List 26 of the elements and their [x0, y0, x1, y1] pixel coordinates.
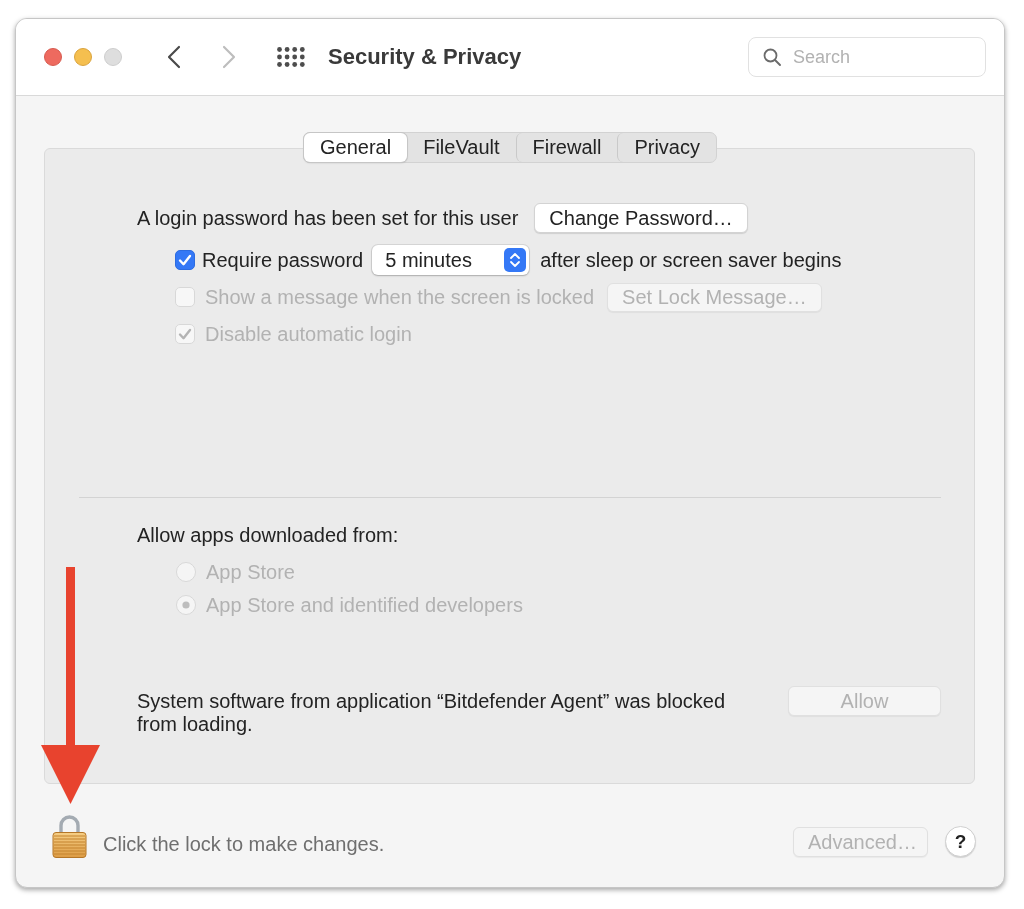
password-notice: A login password has been set for this user — [137, 207, 519, 229]
grid-icon[interactable] — [277, 47, 305, 67]
checkbox-label: Require password — [202, 249, 364, 271]
radio-label: App Store — [206, 561, 295, 583]
padlock-icon[interactable] — [52, 815, 87, 858]
checkbox-label: Disable automatic login — [205, 323, 412, 345]
lock-hint-text: Click the lock to make changes. — [103, 833, 385, 855]
radio-label: App Store and identified developers — [206, 594, 523, 616]
tab[interactable]: Firewall — [515, 133, 618, 162]
change-password-button[interactable]: Change Password… — [534, 203, 748, 233]
close-button[interactable] — [44, 48, 62, 66]
blocked-software-notice: System software from application “Bitdefender Agent” was blocked from loading. — [137, 690, 727, 736]
checkbox[interactable] — [175, 250, 195, 270]
search-field[interactable]: Search — [748, 37, 986, 77]
help-button[interactable]: ? — [945, 826, 976, 857]
option-suffix-text: after sleep or screen saver begins — [540, 249, 842, 271]
checkbox-label: Show a message when the screen is locked — [205, 286, 595, 308]
minimize-button[interactable] — [74, 48, 92, 66]
back-button[interactable] — [167, 45, 181, 69]
stepper-icon — [504, 248, 527, 272]
window-title: Security & Privacy — [328, 44, 522, 70]
tab[interactable]: General — [304, 133, 408, 162]
section-heading: Allow apps downloaded from: — [137, 524, 399, 546]
tab[interactable]: FileVault — [407, 133, 516, 162]
delay-select[interactable]: 5 minutes — [372, 245, 530, 275]
search-icon — [763, 48, 781, 66]
